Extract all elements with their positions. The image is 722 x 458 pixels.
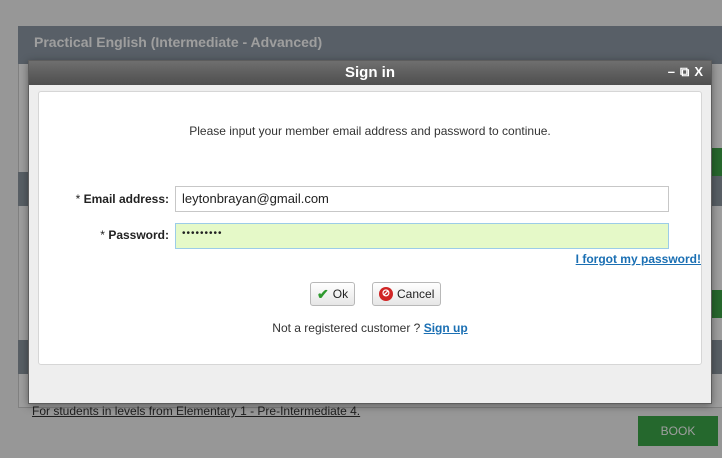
dialog-body: Please input your member email address a… <box>38 91 702 365</box>
dialog-title: Sign in <box>345 64 395 81</box>
minimize-icon[interactable]: – <box>668 64 675 80</box>
email-label-row: * Email address: <box>49 192 169 206</box>
dialog-titlebar[interactable]: Sign in – ⧉ X <box>29 61 711 85</box>
sign-in-dialog: Sign in – ⧉ X Please input your member e… <box>28 60 712 404</box>
cancel-label: Cancel <box>397 287 435 301</box>
ok-label: Ok <box>332 287 349 301</box>
cancel-icon: ⊘ <box>379 287 393 301</box>
intro-text: Please input your member email address a… <box>189 124 551 138</box>
not-registered-text: Not a registered customer ? <box>272 321 421 335</box>
sign-up-link[interactable]: Sign up <box>424 321 468 335</box>
window-controls: – ⧉ X <box>668 64 703 80</box>
restore-icon[interactable]: ⧉ <box>680 64 689 80</box>
forgot-password-link[interactable]: I forgot my password! <box>513 252 701 266</box>
ok-button[interactable]: ✔ Ok <box>310 282 356 306</box>
required-marker: * <box>100 228 105 242</box>
cancel-button[interactable]: ⊘ Cancel <box>372 282 442 306</box>
close-icon[interactable]: X <box>694 64 703 80</box>
email-label: Email address: <box>83 192 169 206</box>
email-field[interactable]: leytonbrayan@gmail.com <box>175 186 669 212</box>
password-label: Password: <box>108 228 169 242</box>
required-marker: * <box>75 192 81 206</box>
password-field[interactable]: ••••••••• <box>175 223 669 249</box>
password-label-row: * Password: <box>49 228 169 242</box>
signup-prompt: Not a registered customer ? Sign up <box>39 321 701 335</box>
checkmark-icon: ✔ <box>317 285 329 302</box>
